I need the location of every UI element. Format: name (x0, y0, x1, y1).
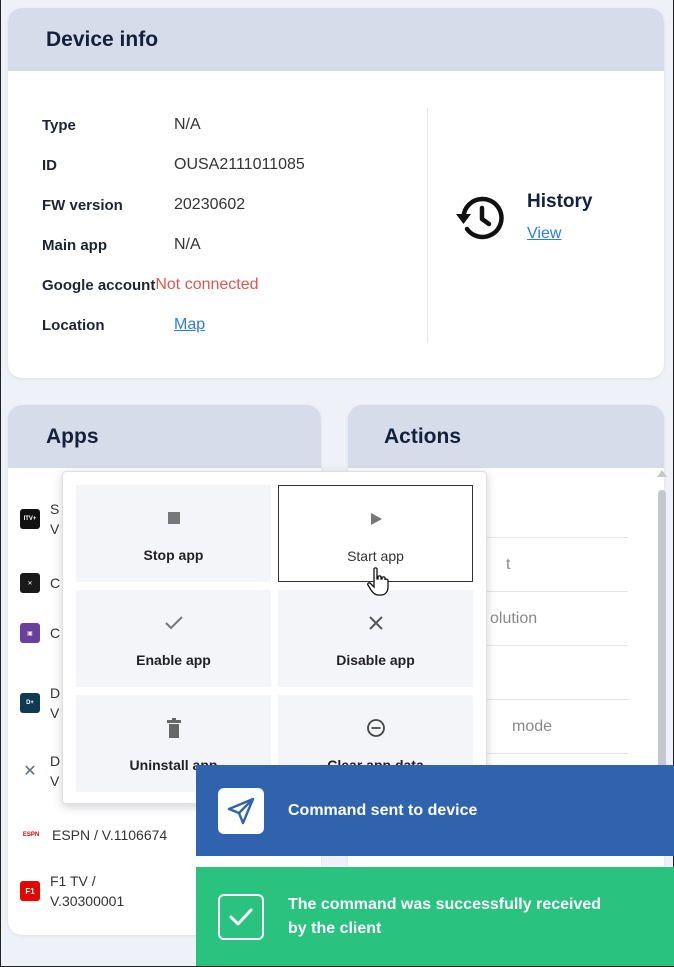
app-list-item-espn[interactable]: ESPN ESPN / V.1106674 (20, 825, 167, 845)
history-view-link[interactable]: View (527, 225, 561, 243)
app-logo-icon: ▣ (20, 623, 40, 643)
app-version: V (50, 773, 60, 789)
disable-app-label: Disable app (336, 652, 415, 668)
info-key: Google account (42, 276, 156, 294)
info-row-google-account: Google account Not connected (42, 275, 259, 295)
trash-icon (166, 718, 181, 738)
device-info-card: Device info Type N/A ID OUSA2111011085 F… (8, 8, 664, 378)
app-version: V (50, 705, 60, 721)
command-received-toast: The command was successfully received by… (196, 867, 674, 966)
command-sent-text: Command sent to device (288, 801, 478, 819)
info-value: 20230602 (174, 196, 246, 213)
app-version: V (50, 521, 60, 537)
google-account-status: Not connected (155, 276, 259, 293)
command-sent-toast: Command sent to device (196, 765, 674, 856)
info-row-id: ID OUSA2111011085 (42, 155, 305, 175)
enable-app-button[interactable]: Enable app (76, 590, 271, 687)
app-list-item[interactable]: ✕ DV (20, 751, 60, 791)
minus-circle-icon (366, 719, 385, 737)
toast-icon-box (218, 787, 264, 834)
history-title: History (527, 191, 593, 212)
info-key: FW version (42, 196, 123, 214)
app-version: V.30300001 (50, 893, 125, 909)
app-list-item[interactable]: ✕ C (20, 573, 60, 593)
app-list-item[interactable]: ITV+ SV (20, 499, 59, 539)
f1-logo-icon: F1 (20, 881, 40, 901)
command-received-text: The command was successfully received by… (288, 893, 601, 941)
itv-app-logo-icon: ITV+ (20, 509, 40, 529)
info-value: N/A (174, 116, 201, 133)
toast-icon-box (218, 893, 264, 940)
info-row-main-app: Main app N/A (42, 235, 201, 255)
disney-app-logo-icon: D+ (20, 693, 40, 713)
actions-title: Actions (348, 405, 664, 468)
send-paper-plane-icon (227, 797, 255, 824)
app-name: F1 TV / (50, 873, 96, 889)
command-received-line1: The command was successfully received (288, 895, 602, 913)
location-map-link[interactable]: Map (174, 316, 205, 334)
info-row-fw-version: FW version 20230602 (42, 195, 245, 215)
scroll-thumb[interactable] (658, 490, 666, 768)
app-name: C (50, 625, 61, 641)
info-key: Location (42, 316, 105, 334)
tools-icon: ✕ (20, 761, 40, 781)
check-icon (164, 616, 183, 630)
history-text: History View (527, 191, 593, 243)
info-key: Main app (42, 236, 108, 254)
apps-title: Apps (8, 405, 321, 468)
close-icon (368, 616, 383, 630)
command-received-line2: by the client (288, 919, 382, 937)
stop-icon (167, 512, 180, 524)
espn-logo-icon: ESPN (20, 825, 42, 845)
info-key: ID (42, 156, 57, 174)
app-logo-icon: ✕ (20, 573, 40, 593)
info-row-location: Location Map (42, 315, 205, 335)
stop-app-button[interactable]: Stop app (76, 485, 271, 582)
info-value: N/A (174, 236, 201, 253)
hand-pointer-cursor-icon (367, 567, 389, 596)
app-name: C (50, 575, 61, 591)
app-list-item[interactable]: D+ DV (20, 683, 60, 723)
app-name: ESPN / V.1106674 (52, 827, 168, 843)
history-icon (456, 196, 504, 240)
info-row-type: Type N/A (42, 115, 201, 135)
app-name: S (50, 501, 60, 517)
app-name: D (50, 753, 61, 769)
enable-app-label: Enable app (136, 652, 211, 668)
app-actions-menu: Stop app Start app Enable app Disable ap… (62, 471, 487, 804)
vertical-divider (427, 108, 428, 343)
app-name: D (50, 685, 61, 701)
scroll-up-arrow-icon[interactable] (657, 470, 667, 477)
actions-scrollbar[interactable] (656, 468, 668, 768)
check-icon (229, 908, 253, 925)
stop-app-label: Stop app (143, 547, 204, 563)
play-icon (370, 513, 382, 525)
info-value: OUSA2111011085 (174, 156, 305, 173)
history-section: History View (455, 191, 593, 243)
device-info-title: Device info (8, 8, 664, 71)
start-app-label: Start app (347, 548, 404, 564)
app-list-item[interactable]: ▣ C (20, 623, 60, 643)
app-list-item-f1tv[interactable]: F1 F1 TV / V.30300001 (20, 871, 124, 911)
disable-app-button[interactable]: Disable app (278, 590, 473, 687)
info-key: Type (42, 116, 76, 134)
